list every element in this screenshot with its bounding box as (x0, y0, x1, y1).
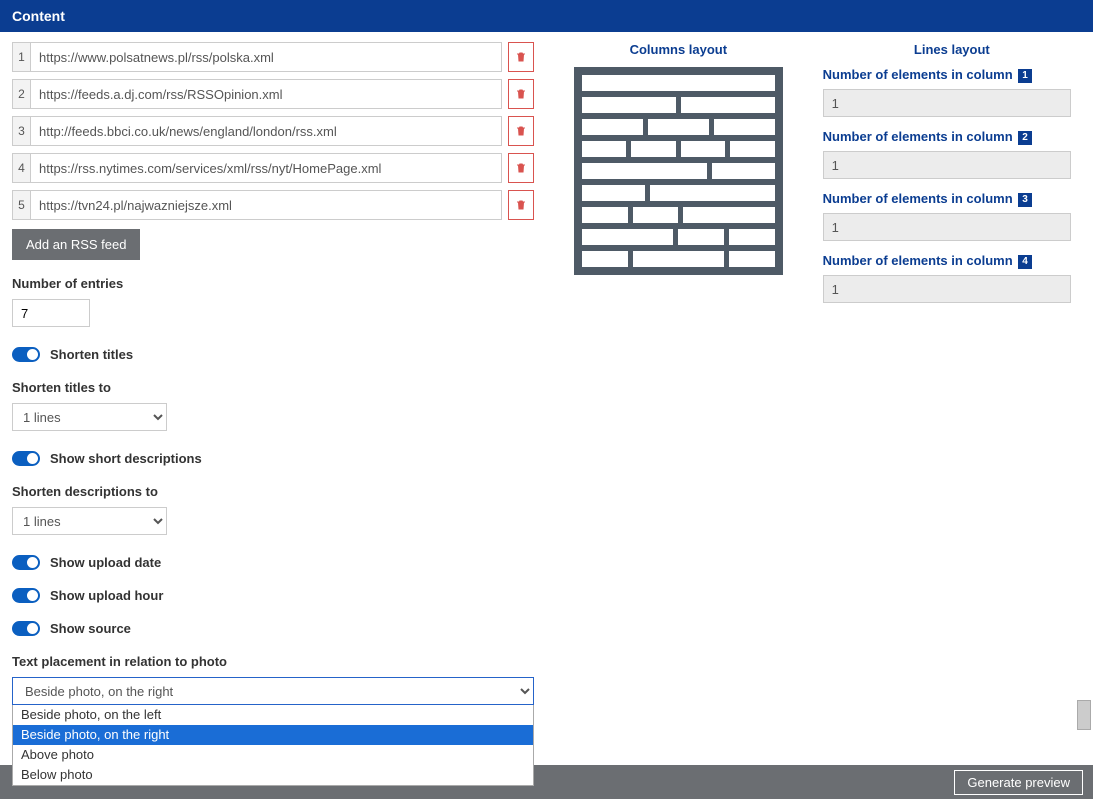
feed-row: 1 (12, 42, 534, 72)
layout-option-1col[interactable] (582, 75, 775, 91)
content-header: Content (0, 0, 1093, 32)
lines-layout-title: Lines layout (823, 42, 1081, 57)
feed-url-input[interactable] (30, 42, 502, 72)
placement-option[interactable]: Beside photo, on the right (13, 725, 533, 745)
feed-index: 2 (12, 79, 30, 109)
content-title: Content (12, 8, 65, 24)
lines-group: Number of elements in column 1 (823, 67, 1081, 117)
delete-feed-button[interactable] (508, 79, 534, 109)
placement-option[interactable]: Below photo (13, 765, 533, 785)
delete-feed-button[interactable] (508, 116, 534, 146)
delete-feed-button[interactable] (508, 190, 534, 220)
shorten-titles-select[interactable]: 1 lines (12, 403, 167, 431)
layout-option-1-1-2[interactable] (582, 207, 775, 223)
trash-icon (515, 50, 527, 64)
columns-layout-preview (574, 67, 783, 275)
column-badge: 4 (1018, 255, 1032, 269)
upload-date-label: Show upload date (50, 555, 161, 570)
feed-index: 4 (12, 153, 30, 183)
shorten-desc-to-label: Shorten descriptions to (12, 484, 534, 499)
lines-layout-column: Lines layout Number of elements in colum… (823, 42, 1081, 705)
placement-option[interactable]: Above photo (13, 745, 533, 765)
trash-icon (515, 124, 527, 138)
lines-label: Number of elements in column 4 (823, 253, 1081, 269)
feed-url-input[interactable] (30, 79, 502, 109)
feed-row: 3 (12, 116, 534, 146)
feed-url-input[interactable] (30, 153, 502, 183)
layout-option-2-1-1[interactable] (582, 229, 775, 245)
layout-option-3col[interactable] (582, 119, 775, 135)
entries-label: Number of entries (12, 276, 534, 291)
feed-index: 3 (12, 116, 30, 146)
layout-option-1-1[interactable] (582, 163, 775, 179)
lines-count-input[interactable] (823, 151, 1071, 179)
generate-preview-button[interactable]: Generate preview (954, 770, 1083, 795)
trash-icon (515, 161, 527, 175)
show-source-label: Show source (50, 621, 131, 636)
trash-icon (515, 87, 527, 101)
lines-label: Number of elements in column 3 (823, 191, 1081, 207)
show-source-toggle[interactable] (12, 621, 40, 636)
delete-feed-button[interactable] (508, 42, 534, 72)
scrollbar-thumb[interactable] (1077, 700, 1091, 730)
lines-label: Number of elements in column 1 (823, 67, 1081, 83)
column-badge: 2 (1018, 131, 1032, 145)
lines-group: Number of elements in column 2 (823, 129, 1081, 179)
column-badge: 3 (1018, 193, 1032, 207)
shorten-desc-select[interactable]: 1 lines (12, 507, 167, 535)
left-column: 12345 Add an RSS feed Number of entries … (12, 42, 534, 705)
upload-date-toggle[interactable] (12, 555, 40, 570)
upload-hour-label: Show upload hour (50, 588, 163, 603)
entries-input[interactable] (12, 299, 90, 327)
shorten-titles-to-label: Shorten titles to (12, 380, 534, 395)
show-desc-label: Show short descriptions (50, 451, 202, 466)
show-desc-toggle[interactable] (12, 451, 40, 466)
layout-option-2col[interactable] (582, 97, 775, 113)
shorten-titles-toggle[interactable] (12, 347, 40, 362)
lines-group: Number of elements in column 3 (823, 191, 1081, 241)
lines-count-input[interactable] (823, 89, 1071, 117)
feed-row: 2 (12, 79, 534, 109)
lines-count-input[interactable] (823, 213, 1071, 241)
lines-label: Number of elements in column 2 (823, 129, 1081, 145)
feed-row: 5 (12, 190, 534, 220)
layout-option-1-2[interactable] (582, 185, 775, 201)
placement-option[interactable]: Beside photo, on the left (13, 705, 533, 725)
lines-count-input[interactable] (823, 275, 1071, 303)
column-badge: 1 (1018, 69, 1032, 83)
content-body: 12345 Add an RSS feed Number of entries … (0, 32, 1093, 705)
feed-row: 4 (12, 153, 534, 183)
delete-feed-button[interactable] (508, 153, 534, 183)
columns-layout-title: Columns layout (574, 42, 783, 57)
layout-option-4col[interactable] (582, 141, 775, 157)
columns-layout-column: Columns layout (574, 42, 783, 705)
upload-hour-toggle[interactable] (12, 588, 40, 603)
trash-icon (515, 198, 527, 212)
layout-option-1-2-1[interactable] (582, 251, 775, 267)
placement-dropdown: Beside photo, on the leftBeside photo, o… (12, 705, 534, 786)
feed-url-input[interactable] (30, 190, 502, 220)
shorten-titles-label: Shorten titles (50, 347, 133, 362)
placement-select[interactable]: Beside photo, on the right (12, 677, 534, 705)
feed-index: 5 (12, 190, 30, 220)
feed-index: 1 (12, 42, 30, 72)
placement-label: Text placement in relation to photo (12, 654, 534, 669)
add-rss-button[interactable]: Add an RSS feed (12, 229, 140, 260)
lines-group: Number of elements in column 4 (823, 253, 1081, 303)
feed-url-input[interactable] (30, 116, 502, 146)
